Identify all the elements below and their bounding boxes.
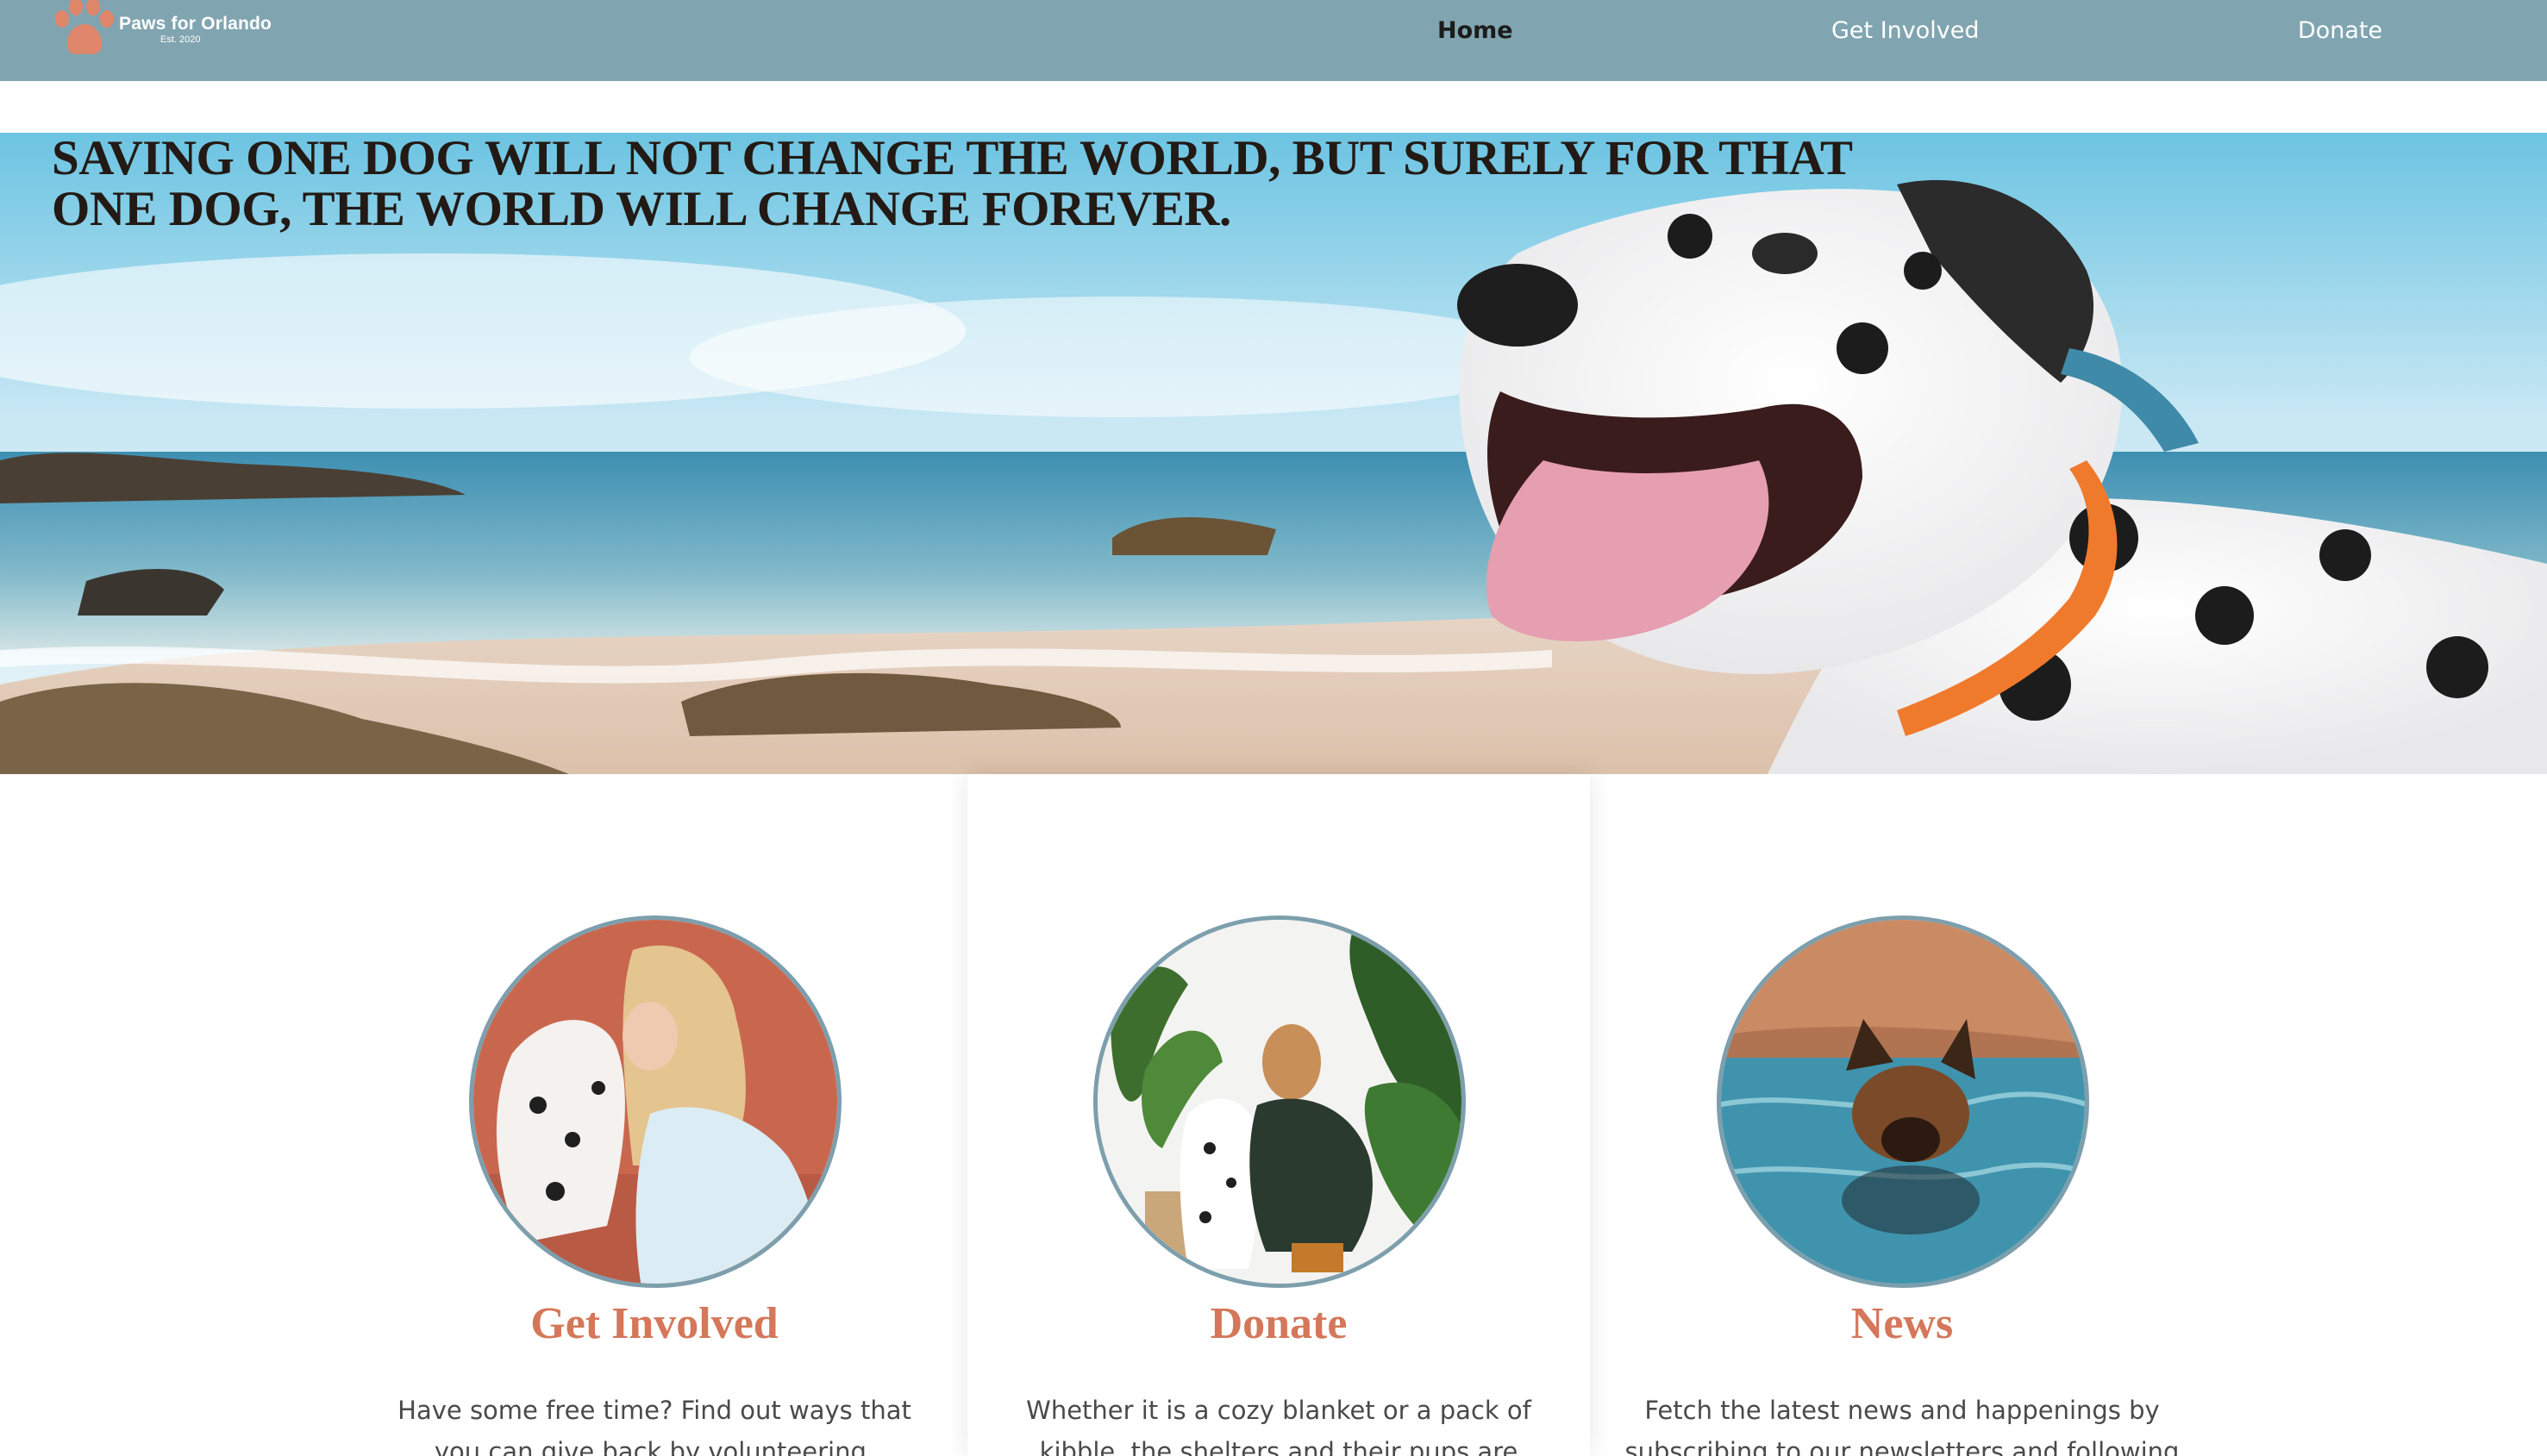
card-description: Fetch the latest news and happenings by … bbox=[1624, 1396, 2180, 1456]
card-description: Have some free time? Find out ways that … bbox=[397, 1396, 911, 1456]
brand-tagline: Est. 2020 bbox=[160, 34, 201, 45]
nav-get-involved-link[interactable]: Get Involved bbox=[1831, 17, 1980, 44]
card-title: Donate bbox=[1210, 1299, 1348, 1348]
brand-logo[interactable]: Paws for Orlando Est. 2020 bbox=[48, 0, 307, 60]
card-news[interactable]: News Fetch the latest news and happening… bbox=[1591, 774, 2213, 1456]
nav-home-link[interactable]: Home bbox=[1437, 17, 1513, 44]
hero-quote: SAVING ONE DOG WILL NOT CHANGE THE WORLD… bbox=[52, 133, 1852, 236]
card-image-german-shepherd-swimming bbox=[1717, 915, 2089, 1288]
card-title: News bbox=[1850, 1299, 1954, 1348]
top-navbar: Paws for Orlando Est. 2020 Home Get Invo… bbox=[0, 0, 2547, 81]
card-title: Get Involved bbox=[530, 1299, 779, 1348]
card-donate[interactable]: Donate Whether it is a cozy blanket or a… bbox=[967, 774, 1590, 1456]
card-image-woman-with-dalmatian-and-plants bbox=[1093, 915, 1466, 1288]
nav-donate-link[interactable]: Donate bbox=[2298, 17, 2382, 44]
brand-name: Paws for Orlando bbox=[119, 14, 272, 34]
card-image-woman-kissing-dalmatian bbox=[469, 915, 842, 1288]
paw-print-icon bbox=[55, 0, 114, 55]
hero-banner: SAVING ONE DOG WILL NOT CHANGE THE WORLD… bbox=[0, 133, 2547, 774]
card-get-involved[interactable]: Get Involved Have some free time? Find o… bbox=[343, 774, 966, 1456]
card-description: Whether it is a cozy blanket or a pack o… bbox=[1026, 1396, 1531, 1456]
